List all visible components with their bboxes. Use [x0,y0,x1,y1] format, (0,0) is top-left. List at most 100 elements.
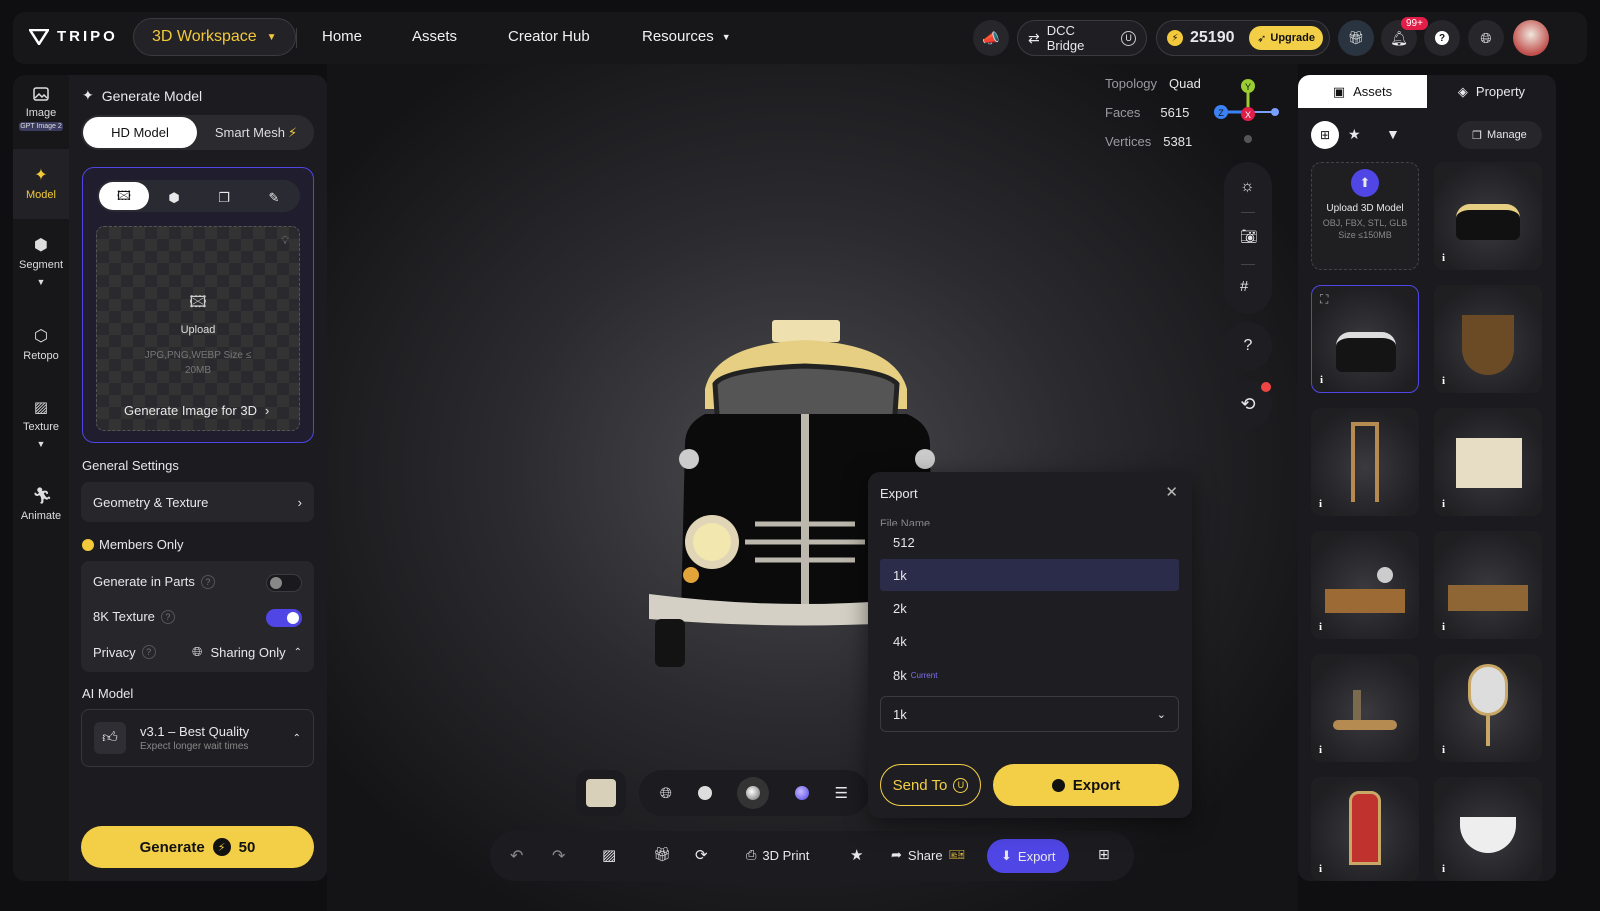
workspace-dropdown[interactable]: 3D Workspace ▼ [133,18,296,56]
clay-sphere-icon[interactable] [697,786,712,800]
input-type-tabs: 🖾 ⬢ ❐ ✎ [97,180,300,212]
manage-button[interactable]: ❐ Manage [1457,121,1542,149]
filter-icon[interactable]: ▼ [1386,126,1400,142]
generate-image-link[interactable]: Generate Image for 3D › [124,403,269,418]
text-prompt-tab[interactable]: ✎ [249,182,299,210]
info-icon[interactable]: i [1442,375,1445,387]
sliders-icon[interactable]: ☰ [835,784,848,802]
privacy-dropdown[interactable]: 🌐︎ Sharing Only ⌃ [192,644,302,660]
asset-tile-crate[interactable]: i [1434,408,1542,516]
generate-button[interactable]: Generate ⚡ 50 [81,826,314,868]
nav-home[interactable]: Home [322,28,362,45]
smart-mesh-tab[interactable]: Smart Mesh ⚡ [201,117,311,148]
language-button[interactable]: 🌐︎ [1468,20,1504,56]
help-icon[interactable]: ? [160,609,175,624]
info-icon[interactable]: i [1442,621,1445,633]
model-thumb-button[interactable] [576,770,626,816]
resolution-option-4k[interactable]: 4k [880,625,1179,657]
info-icon[interactable]: i [1320,374,1323,386]
rail-item-animate[interactable]: 🏃︎ Animate [13,488,69,522]
resolution-option-1k[interactable]: 1k [880,559,1179,591]
lighting-icon[interactable]: ☼ [1240,178,1255,196]
upload-model-tile[interactable]: ⬆ Upload 3D Model OBJ, FBX, STL, GLB Siz… [1311,162,1419,270]
undo-icon[interactable]: ↶ [510,846,523,866]
3d-print-button[interactable]: ⎙ 3D Print [746,847,809,863]
hd-model-tab[interactable]: HD Model [83,117,197,148]
favorites-filter-icon[interactable]: ★ [1348,126,1361,143]
asset-tile-selected-car[interactable]: ⛶ i [1311,285,1419,393]
avatar[interactable] [1513,20,1549,56]
feedback-icon[interactable]: ⊞ [1098,846,1110,863]
share-label: Share [907,847,943,863]
info-icon[interactable]: i [1442,252,1445,264]
nav-assets[interactable]: Assets [412,28,457,45]
shaded-sphere-icon[interactable] [737,777,770,809]
gift-button[interactable]: 🎁︎ [1338,20,1374,56]
info-icon[interactable]: i [1319,621,1322,633]
close-icon[interactable]: ✕ [1165,483,1178,501]
send-to-button[interactable]: Send To U [880,764,981,806]
help-button[interactable]: ? [1224,322,1272,370]
multi-image-tab[interactable]: ❐ [199,182,249,210]
asset-tile-chair[interactable]: i [1311,408,1419,516]
nav-resources[interactable]: Resources ▼ [642,28,731,45]
info-icon[interactable]: i [1442,498,1445,510]
help-icon[interactable]: ? [141,645,156,659]
image-input-tab[interactable]: 🖾 [99,182,149,210]
multiview-tab[interactable]: ⬢ [149,182,199,210]
rail-item-segment[interactable]: ⬢ Segment ▼ [13,237,69,287]
resolution-option-2k[interactable]: 2k [880,592,1179,624]
rail-item-texture[interactable]: ▨ Texture ▼ [13,399,69,449]
upgrade-button[interactable]: ➶ Upgrade [1249,26,1323,50]
grid-icon[interactable]: # [1240,278,1248,295]
orbit-icon[interactable]: ⟳ [695,846,708,864]
lightbulb-icon[interactable]: 💡︎ [281,235,289,248]
camera-icon[interactable]: 📷︎ [1240,228,1258,245]
star-icon[interactable]: ★ [850,846,863,864]
info-icon[interactable]: i [1442,744,1445,756]
info-icon[interactable]: i [1319,863,1322,875]
asset-tile-ship[interactable]: i [1434,285,1542,393]
info-icon[interactable]: i [1319,744,1322,756]
help-icon[interactable]: ? [200,574,215,589]
info-icon[interactable]: i [1442,863,1445,875]
gift-icon[interactable]: 🎁︎ [653,846,671,863]
members-settings: Generate in Parts? 8K Texture? Privacy? … [81,561,314,672]
asset-tile-mirror[interactable]: i [1434,654,1542,762]
export-confirm-button[interactable]: Export [993,764,1179,806]
uv-icon[interactable]: ▨ [602,846,616,864]
tab-property[interactable]: ◈ Property [1427,75,1556,108]
help-chat-button[interactable]: ? [1424,20,1460,56]
share-button[interactable]: ➦ Share 🎫︎ [891,847,965,863]
asset-tile-car[interactable]: i [1434,162,1542,270]
redo-icon[interactable]: ↷ [552,846,565,866]
asset-tile-throne[interactable]: i [1311,777,1419,881]
export-button[interactable]: ⬇ Export [987,839,1070,873]
download-icon: ⬇ [1001,848,1012,863]
asset-tile-bottles-table[interactable]: i [1311,654,1419,762]
ai-model-select[interactable]: 👍︎ v3.1 – Best Quality Expect longer wai… [81,709,314,767]
asset-tile-desk[interactable]: i [1434,531,1542,639]
axis-gizmo[interactable]: Y Z X [1211,76,1281,146]
announce-button[interactable]: 📣 [973,20,1009,56]
texture-8k-toggle[interactable] [266,609,302,627]
asset-tile-teacup[interactable]: i [1434,777,1542,881]
nav-creator-hub[interactable]: Creator Hub [508,28,590,45]
resolution-select[interactable]: 1k ⌄ [880,696,1179,732]
rail-item-retopo[interactable]: ⬡ Retopo [13,328,69,362]
grid-view-button[interactable]: ⊞ [1311,121,1339,149]
rail-item-model[interactable]: ✦ Model [13,167,69,201]
wireframe-globe-icon[interactable]: 🌐︎ [660,785,672,802]
resolution-option-512[interactable]: 512 [880,526,1179,558]
geometry-texture-row[interactable]: Geometry & Texture › [81,482,314,522]
asset-tile-desk-globe[interactable]: i [1311,531,1419,639]
brand-logo[interactable]: TRIPO [29,28,118,45]
info-icon[interactable]: i [1319,498,1322,510]
rail-item-image[interactable]: Image GPT Image 2 [13,85,69,131]
normal-sphere-icon[interactable] [794,786,809,800]
image-dropzone[interactable]: 💡︎ 🖾 Upload JPG,PNG,WEBP Size ≤ 20MB Gen… [96,226,300,431]
tab-assets[interactable]: ▣ Assets [1298,75,1427,108]
generate-in-parts-toggle[interactable] [266,574,302,592]
dcc-bridge-button[interactable]: ⇄ DCC Bridge U [1017,20,1147,56]
resolution-option-8k[interactable]: 8k Current [880,659,1179,691]
